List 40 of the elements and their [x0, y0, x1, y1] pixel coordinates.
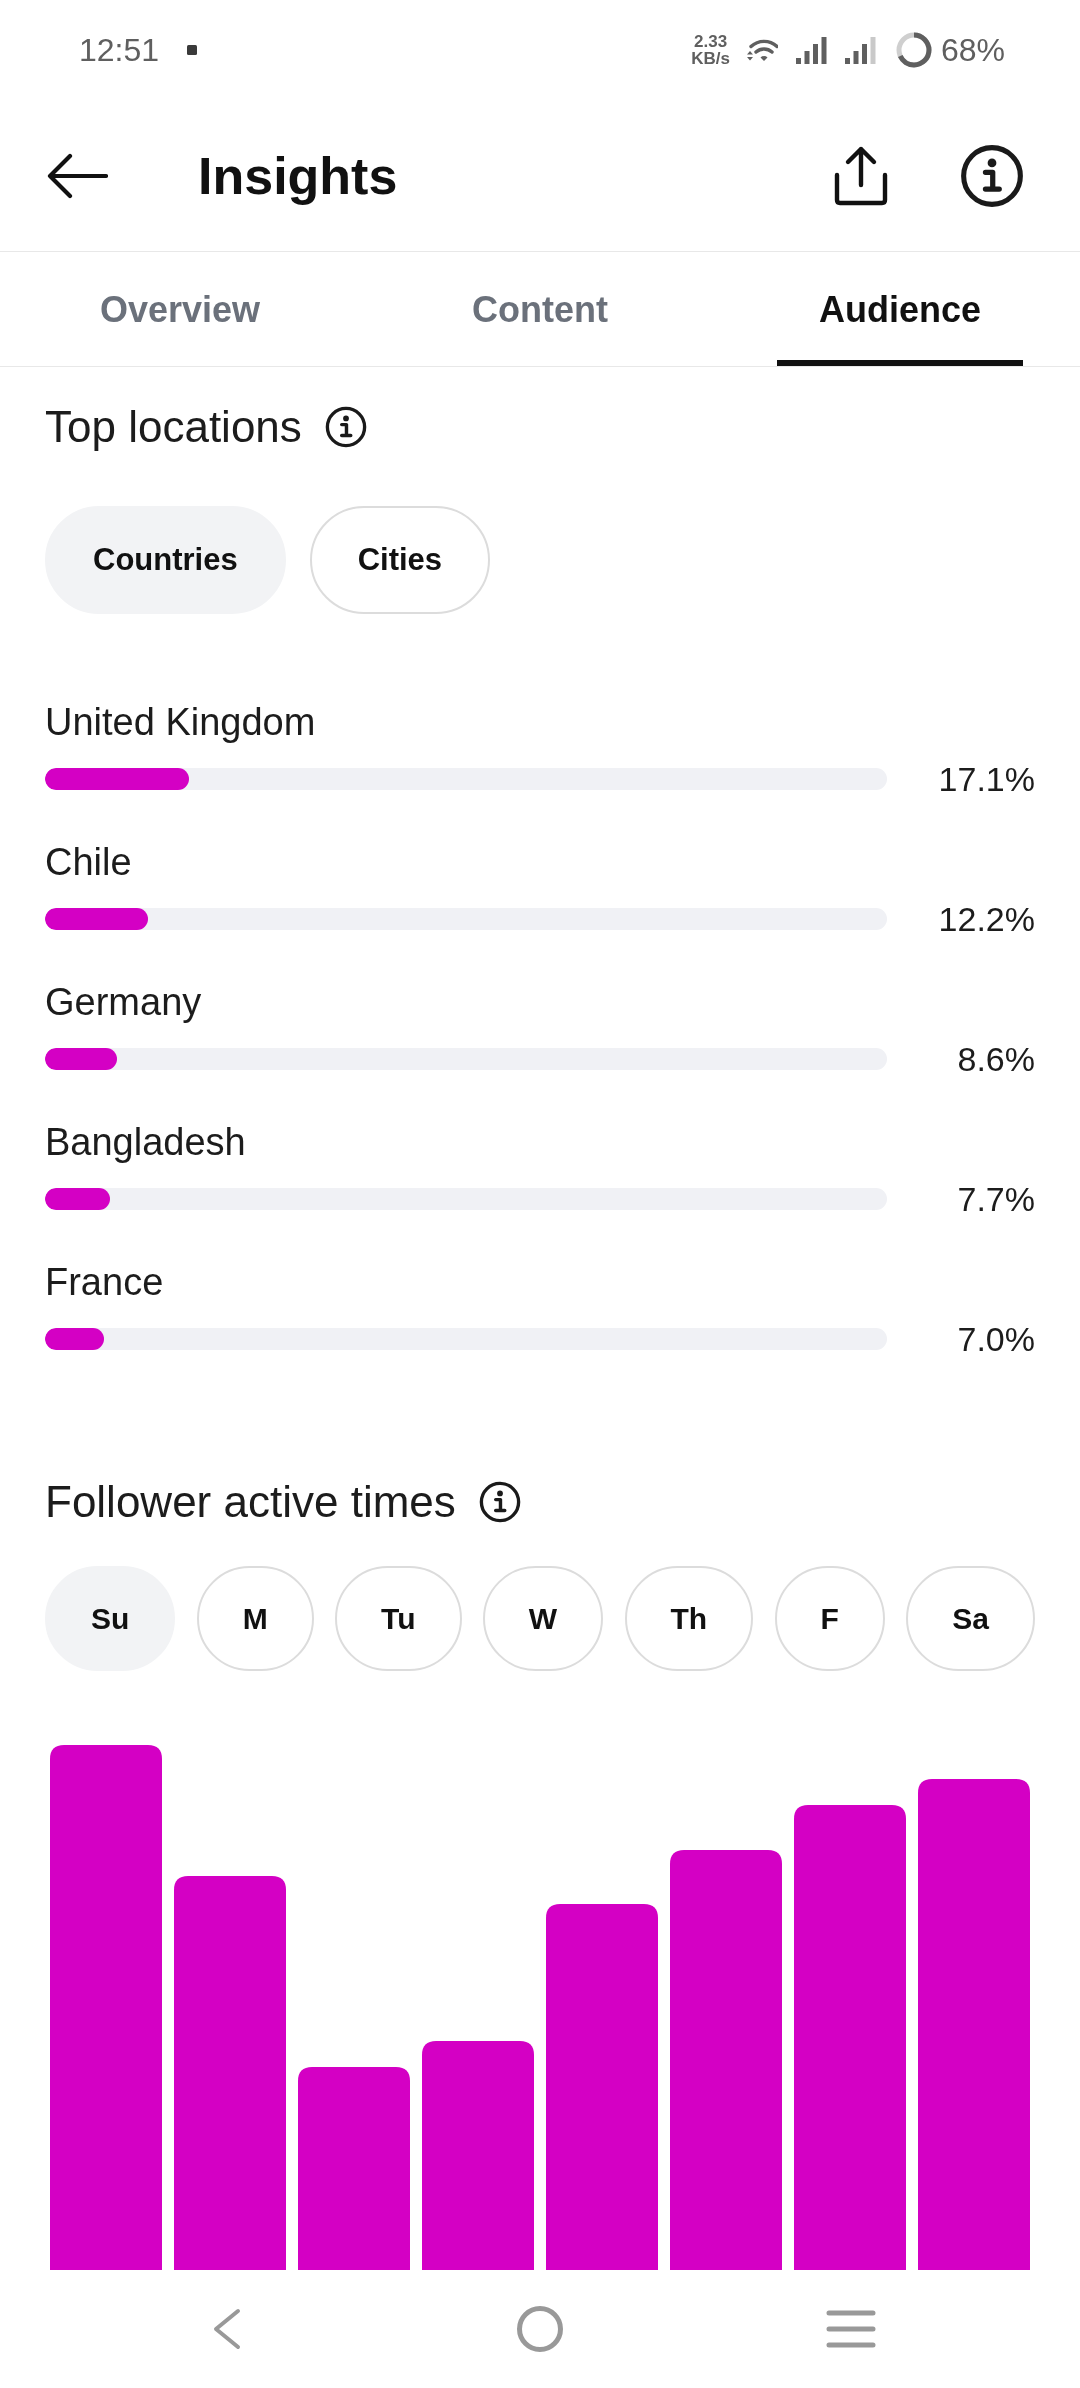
- day-chip[interactable]: Tu: [335, 1566, 462, 1671]
- country-name: France: [45, 1260, 165, 1305]
- percentage-text: 7.7%: [956, 1182, 1035, 1216]
- day-chip[interactable]: Th: [624, 1566, 754, 1671]
- day-chip[interactable]: Su: [45, 1566, 176, 1671]
- info-icon[interactable]: [324, 406, 367, 448]
- info-icon[interactable]: [478, 1481, 521, 1523]
- percentage-text: 17.1%: [937, 762, 1035, 796]
- day-chip[interactable]: W: [482, 1566, 604, 1671]
- info-icon[interactable]: [960, 143, 1024, 208]
- back-arrow-icon[interactable]: [46, 152, 108, 199]
- network-speed: 2.33: [694, 33, 728, 50]
- tab[interactable]: Content: [360, 252, 720, 366]
- percentage-text: 12.2%: [937, 902, 1035, 936]
- percentage-text: 7.0%: [956, 1322, 1035, 1356]
- day-chip[interactable]: M: [196, 1566, 314, 1671]
- country-name: Germany: [45, 980, 203, 1025]
- signal-icon: [844, 36, 876, 64]
- battery-icon: [895, 32, 932, 68]
- filter-chip[interactable]: Countries: [45, 506, 286, 614]
- menu-icon[interactable]: [826, 2310, 876, 2348]
- country-name: Chile: [45, 840, 133, 885]
- tab[interactable]: Audience: [720, 252, 1080, 366]
- notification-icon: [187, 45, 198, 55]
- home-icon[interactable]: [516, 2305, 564, 2353]
- battery-percentage: 68%: [940, 34, 1005, 66]
- country-name: United Kingdom: [45, 700, 317, 745]
- network-speed-unit: KB/s: [691, 50, 730, 67]
- percentage-text: 8.6%: [956, 1042, 1035, 1076]
- section-title: Top locations: [45, 405, 302, 449]
- day-chip[interactable]: F: [774, 1566, 885, 1671]
- signal-icon: [795, 36, 827, 64]
- section-title: Follower active times: [45, 1480, 456, 1524]
- country-name: Bangladesh: [45, 1120, 247, 1165]
- status-time: 12:51: [79, 34, 160, 66]
- share-icon[interactable]: [832, 144, 890, 207]
- back-icon[interactable]: [212, 2308, 242, 2350]
- day-chip[interactable]: Sa: [906, 1566, 1035, 1671]
- tab[interactable]: Overview: [0, 252, 360, 366]
- filter-chip[interactable]: Cities: [309, 506, 491, 614]
